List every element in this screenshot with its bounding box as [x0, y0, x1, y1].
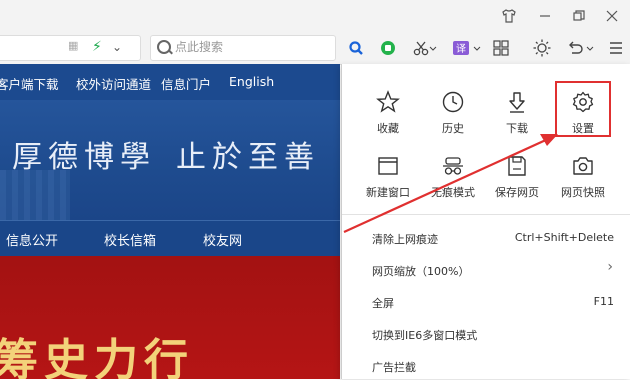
nav-link-info-disclosure[interactable]: 信息公开 — [6, 230, 58, 249]
clock-icon — [441, 90, 465, 114]
browser-toolbar: ▦ ⚡ ⌄ 译 — [0, 32, 630, 65]
nav-link-offsite-access[interactable]: 校外访问通道 — [76, 74, 151, 93]
minimize-icon[interactable] — [535, 6, 555, 26]
menu-zoom[interactable]: 网页缩放（100%） › — [342, 256, 630, 284]
lightning-icon[interactable]: ⚡ — [92, 39, 102, 55]
menu-fullscreen-shortcut: F11 — [593, 295, 614, 308]
menu-new-window[interactable]: 新建窗口 — [358, 154, 418, 200]
camera-icon — [571, 154, 595, 178]
menu-ad-block[interactable]: 广告拦截 — [342, 352, 630, 380]
nav-link-president-mailbox[interactable]: 校长信箱 — [104, 230, 156, 249]
menu-history[interactable]: 历史 — [423, 90, 483, 136]
menu-divider — [342, 214, 630, 215]
nav-link-client-download[interactable]: 客户端下载 — [0, 74, 59, 93]
menu-download[interactable]: 下载 — [487, 90, 547, 136]
restore-icon[interactable] — [569, 6, 589, 26]
motto-right: 止於至善 — [176, 140, 320, 175]
search-input[interactable] — [175, 38, 325, 56]
menu-favorites[interactable]: 收藏 — [358, 90, 418, 136]
brightness-icon[interactable] — [532, 38, 552, 58]
green-extension-icon[interactable] — [378, 38, 398, 58]
menu-ie6-mode[interactable]: 切换到IE6多窗口模式 — [342, 320, 630, 348]
top-nav: 客户端下载 校外访问通道 信息门户 English — [0, 64, 340, 100]
chevron-right-icon: › — [607, 259, 613, 275]
building-silhouette — [0, 170, 70, 220]
title-bar — [0, 0, 630, 32]
shirt-skin-icon[interactable] — [499, 6, 519, 26]
menu-fullscreen-label: 全屏 — [372, 297, 394, 310]
search-icon — [157, 40, 171, 54]
menu-save-page-label: 保存网页 — [495, 186, 539, 199]
menu-ie6-mode-label: 切换到IE6多窗口模式 — [372, 329, 478, 342]
menu-save-page[interactable]: 保存网页 — [487, 154, 547, 200]
save-icon — [505, 154, 529, 178]
search-box[interactable] — [150, 35, 336, 61]
close-icon[interactable] — [602, 6, 622, 26]
apps-grid-icon[interactable] — [491, 38, 511, 58]
chevron-down-icon[interactable]: ⌄ — [112, 39, 122, 55]
banner-slogan: 筹史力行 — [0, 335, 194, 379]
menu-history-label: 历史 — [442, 122, 464, 135]
scissors-icon[interactable] — [412, 38, 438, 58]
site-banner: 厚德博學 止於至善 — [0, 100, 340, 220]
settings-highlight-box — [555, 81, 611, 137]
menu-incognito[interactable]: 无痕模式 — [423, 154, 483, 200]
window-icon — [376, 154, 400, 178]
incognito-icon — [441, 154, 465, 178]
star-icon — [376, 90, 400, 114]
menu-ad-block-label: 广告拦截 — [372, 361, 416, 374]
nav-link-alumni[interactable]: 校友网 — [203, 230, 242, 249]
menu-zoom-label: 网页缩放（100%） — [372, 265, 470, 278]
menu-new-window-label: 新建窗口 — [366, 186, 410, 199]
svg-text:译: 译 — [456, 43, 466, 55]
undo-icon[interactable] — [566, 38, 596, 58]
grid-icon[interactable]: ▦ — [68, 40, 78, 51]
menu-download-label: 下载 — [506, 122, 528, 135]
nav-link-info-portal[interactable]: 信息门户 — [161, 74, 211, 93]
address-bar[interactable]: ▦ ⚡ ⌄ — [0, 35, 141, 61]
motto-left: 厚德博學 — [12, 140, 156, 175]
menu-page-snapshot[interactable]: 网页快照 — [553, 154, 613, 200]
magnifier-icon[interactable] — [346, 38, 366, 58]
download-icon — [505, 90, 529, 114]
red-banner: 筹史力行 — [0, 256, 340, 379]
menu-incognito-label: 无痕模式 — [431, 186, 475, 199]
menu-clear-history-label: 清除上网痕迹 — [372, 233, 438, 246]
menu-clear-history-shortcut: Ctrl+Shift+Delete — [514, 231, 614, 244]
menu-fullscreen[interactable]: 全屏 F11 — [342, 288, 630, 316]
menu-page-snapshot-label: 网页快照 — [561, 186, 605, 199]
menu-favorites-label: 收藏 — [377, 122, 399, 135]
web-page-content: 客户端下载 校外访问通道 信息门户 English 厚德博學 止於至善 信息公开… — [0, 64, 340, 379]
main-nav: 信息公开 校长信箱 校友网 — [0, 220, 340, 257]
menu-clear-history[interactable]: 清除上网痕迹 Ctrl+Shift+Delete — [342, 224, 630, 252]
nav-link-english[interactable]: English — [229, 74, 274, 89]
translate-icon[interactable]: 译 — [452, 38, 482, 58]
menu-icon[interactable] — [606, 38, 626, 58]
